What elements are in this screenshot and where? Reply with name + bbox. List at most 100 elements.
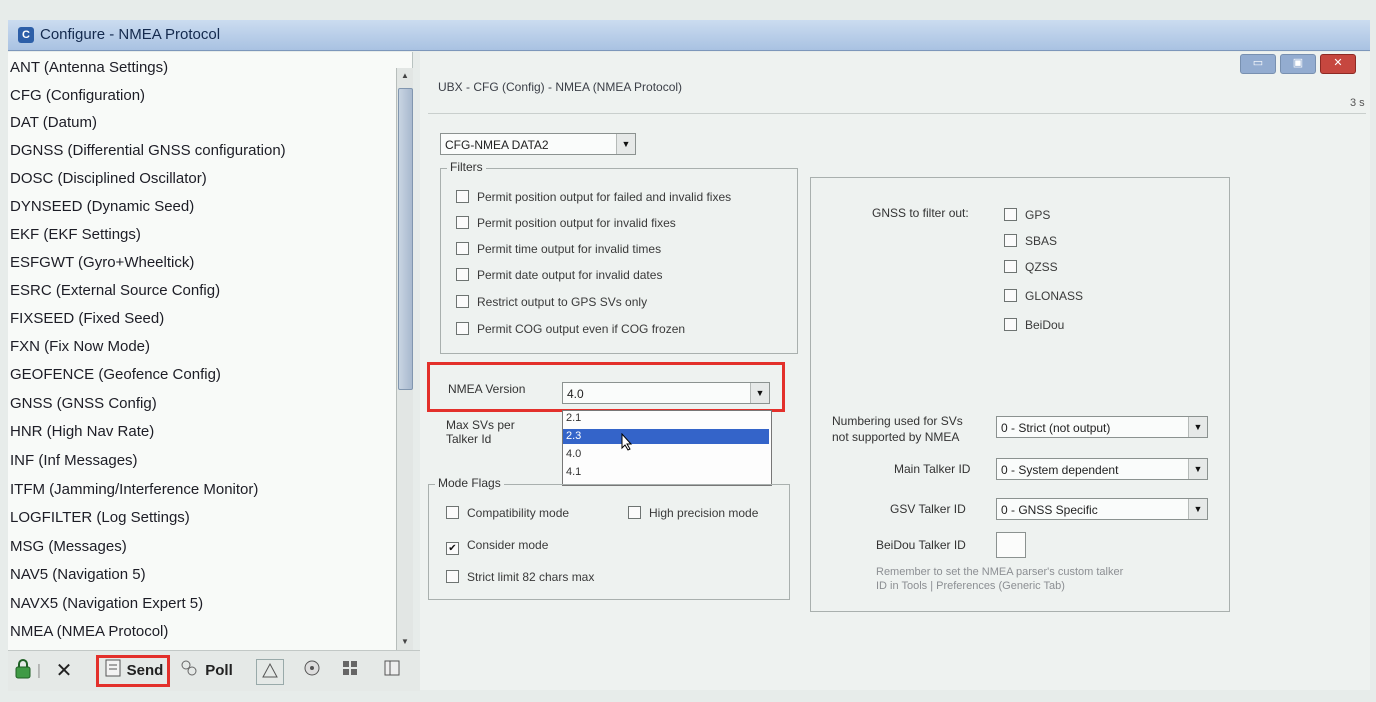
tree-item-dat[interactable]: DAT (Datum) <box>10 111 97 135</box>
tree-item-dosc[interactable]: DOSC (Disciplined Oscillator) <box>10 167 207 191</box>
tree-item-cfg[interactable]: CFG (Configuration) <box>10 84 145 108</box>
tree-item-fixseed[interactable]: FIXSEED (Fixed Seed) <box>10 307 164 331</box>
checkbox-icon[interactable] <box>1004 208 1017 221</box>
tree-item-esrc[interactable]: ESRC (External Source Config) <box>10 279 220 303</box>
checkmark-icon[interactable]: ✔ <box>446 542 459 555</box>
checkbox-icon[interactable] <box>446 506 459 519</box>
chevron-down-icon[interactable]: ▼ <box>616 134 635 154</box>
main-talker-select[interactable]: 0 - System dependent ▼ <box>996 458 1208 480</box>
close-window-icon[interactable]: ✕ <box>1320 54 1356 74</box>
filter-glonass-option[interactable]: GLONASS <box>1004 287 1083 305</box>
filter-beidou-option[interactable]: BeiDou <box>1004 316 1064 334</box>
checkbox-icon[interactable] <box>456 242 469 255</box>
filter-qzss-option[interactable]: QZSS <box>1004 258 1058 276</box>
checkbox-icon[interactable] <box>1004 234 1017 247</box>
filter-option-1[interactable]: Permit position output for failed and in… <box>456 188 731 206</box>
restore-icon[interactable]: ▣ <box>1280 54 1316 74</box>
message-select[interactable]: CFG-NMEA DATA2 ▼ <box>440 133 636 155</box>
checkbox-icon[interactable] <box>1004 289 1017 302</box>
strict-limit-option[interactable]: Strict limit 82 chars max <box>446 568 594 586</box>
filter-option-6[interactable]: Permit COG output even if COG frozen <box>456 320 685 338</box>
scroll-thumb[interactable] <box>398 88 413 390</box>
tree-item-navx5[interactable]: NAVX5 (Navigation Expert 5) <box>10 592 203 616</box>
filter-qzss-label: QZSS <box>1025 260 1058 274</box>
chevron-down-icon[interactable]: ▼ <box>1188 499 1207 519</box>
tree-item-ant[interactable]: ANT (Antenna Settings) <box>10 56 168 80</box>
tree-item-itfm[interactable]: ITFM (Jamming/Interference Monitor) <box>10 478 258 502</box>
numbering-label-1: Numbering used for SVs <box>832 414 963 428</box>
title-bar: C Configure - NMEA Protocol <box>8 20 1370 51</box>
config-tree: ANT (Antenna Settings) CFG (Configuratio… <box>8 52 413 650</box>
dropdown-option[interactable]: 4.0 <box>563 447 769 462</box>
poll-button[interactable]: Poll <box>200 659 238 683</box>
grid-icon[interactable] <box>338 659 362 683</box>
close-icon[interactable]: ✕ <box>52 659 76 683</box>
consider-mode-option[interactable]: ✔ Consider mode <box>446 536 548 555</box>
tree-item-gnss[interactable]: GNSS (GNSS Config) <box>10 392 157 416</box>
compatibility-mode-option[interactable]: Compatibility mode <box>446 504 569 522</box>
gsv-talker-select[interactable]: 0 - GNSS Specific ▼ <box>996 498 1208 520</box>
filter-option-5[interactable]: Restrict output to GPS SVs only <box>456 293 647 311</box>
talker-note-1: Remember to set the NMEA parser's custom… <box>876 566 1124 578</box>
filter-beidou-label: BeiDou <box>1025 318 1065 332</box>
send-highlight-box <box>96 655 170 687</box>
filter-option-4[interactable]: Permit date output for invalid dates <box>456 266 662 284</box>
panel-icon[interactable] <box>380 659 404 683</box>
checkbox-icon[interactable] <box>1004 260 1017 273</box>
tree-item-dgnss[interactable]: DGNSS (Differential GNSS configuration) <box>10 139 286 163</box>
disk-icon[interactable] <box>300 659 324 683</box>
checkbox-icon[interactable] <box>456 295 469 308</box>
tree-item-logfilter[interactable]: LOGFILTER (Log Settings) <box>10 506 190 530</box>
beidou-talker-input[interactable] <box>996 532 1026 558</box>
checkbox-icon[interactable] <box>628 506 641 519</box>
bottom-toolbar: | ✕ Send Poll <box>8 650 420 691</box>
tool-icon[interactable] <box>256 659 284 685</box>
header-divider <box>428 113 1366 114</box>
scroll-up-icon[interactable]: ▲ <box>397 68 413 84</box>
poll-icon[interactable] <box>180 659 198 683</box>
nmea-version-select[interactable]: 4.0 ▼ <box>562 382 770 404</box>
chevron-down-icon[interactable]: ▼ <box>1188 417 1207 437</box>
numbering-select[interactable]: 0 - Strict (not output) ▼ <box>996 416 1208 438</box>
breadcrumb: UBX - CFG (Config) - NMEA (NMEA Protocol… <box>438 80 683 94</box>
filter-option-3[interactable]: Permit time output for invalid times <box>456 240 661 258</box>
chevron-down-icon[interactable]: ▼ <box>750 383 769 403</box>
main-talker-value: 0 - System dependent <box>1001 463 1119 477</box>
high-precision-option[interactable]: High precision mode <box>628 504 758 522</box>
max-svs-label-2: Talker Id <box>446 432 492 446</box>
tree-item-geofence[interactable]: GEOFENCE (Geofence Config) <box>10 363 221 387</box>
tree-item-hnr[interactable]: HNR (High Nav Rate) <box>10 420 154 444</box>
checkbox-icon[interactable] <box>456 322 469 335</box>
lock-icon[interactable] <box>12 659 34 683</box>
chevron-down-icon[interactable]: ▼ <box>1188 459 1207 479</box>
gsv-talker-value: 0 - GNSS Specific <box>1001 503 1098 517</box>
filter-gps-option[interactable]: GPS <box>1004 206 1050 224</box>
tree-item-nav5[interactable]: NAV5 (Navigation 5) <box>10 563 146 587</box>
checkbox-icon[interactable] <box>456 190 469 203</box>
tree-item-inf[interactable]: INF (Inf Messages) <box>10 449 138 473</box>
dropdown-option[interactable]: 2.1 <box>563 411 769 426</box>
minimize-icon[interactable]: ▭ <box>1240 54 1276 74</box>
beidou-talker-label: BeiDou Talker ID <box>876 538 966 552</box>
tree-item-esfgwt[interactable]: ESFGWT (Gyro+Wheeltick) <box>10 251 194 275</box>
tree-item-dynseed[interactable]: DYNSEED (Dynamic Seed) <box>10 195 194 219</box>
tree-item-msg[interactable]: MSG (Messages) <box>10 535 127 559</box>
checkbox-icon[interactable] <box>456 216 469 229</box>
checkbox-icon[interactable] <box>456 268 469 281</box>
filter-option-label: Restrict output to GPS SVs only <box>477 295 648 309</box>
tree-item-nmea[interactable]: NMEA (NMEA Protocol) <box>10 620 168 644</box>
filter-option-label: Permit position output for failed and in… <box>477 190 732 204</box>
tree-item-fxn[interactable]: FXN (Fix Now Mode) <box>10 335 150 359</box>
dropdown-option[interactable]: 4.1 <box>563 465 769 480</box>
filter-glonass-label: GLONASS <box>1025 289 1084 303</box>
tree-scrollbar[interactable]: ▲ ▼ <box>396 68 413 650</box>
scroll-down-icon[interactable]: ▼ <box>397 634 413 650</box>
filter-option-label: Permit date output for invalid dates <box>477 268 663 282</box>
filter-option-2[interactable]: Permit position output for invalid fixes <box>456 214 676 232</box>
filter-sbas-option[interactable]: SBAS <box>1004 232 1057 250</box>
dropdown-option-highlighted[interactable]: 2.3 <box>563 429 769 444</box>
checkbox-icon[interactable] <box>446 570 459 583</box>
checkbox-icon[interactable] <box>1004 318 1017 331</box>
window-title: Configure - NMEA Protocol <box>40 26 221 43</box>
tree-item-ekf[interactable]: EKF (EKF Settings) <box>10 223 141 247</box>
